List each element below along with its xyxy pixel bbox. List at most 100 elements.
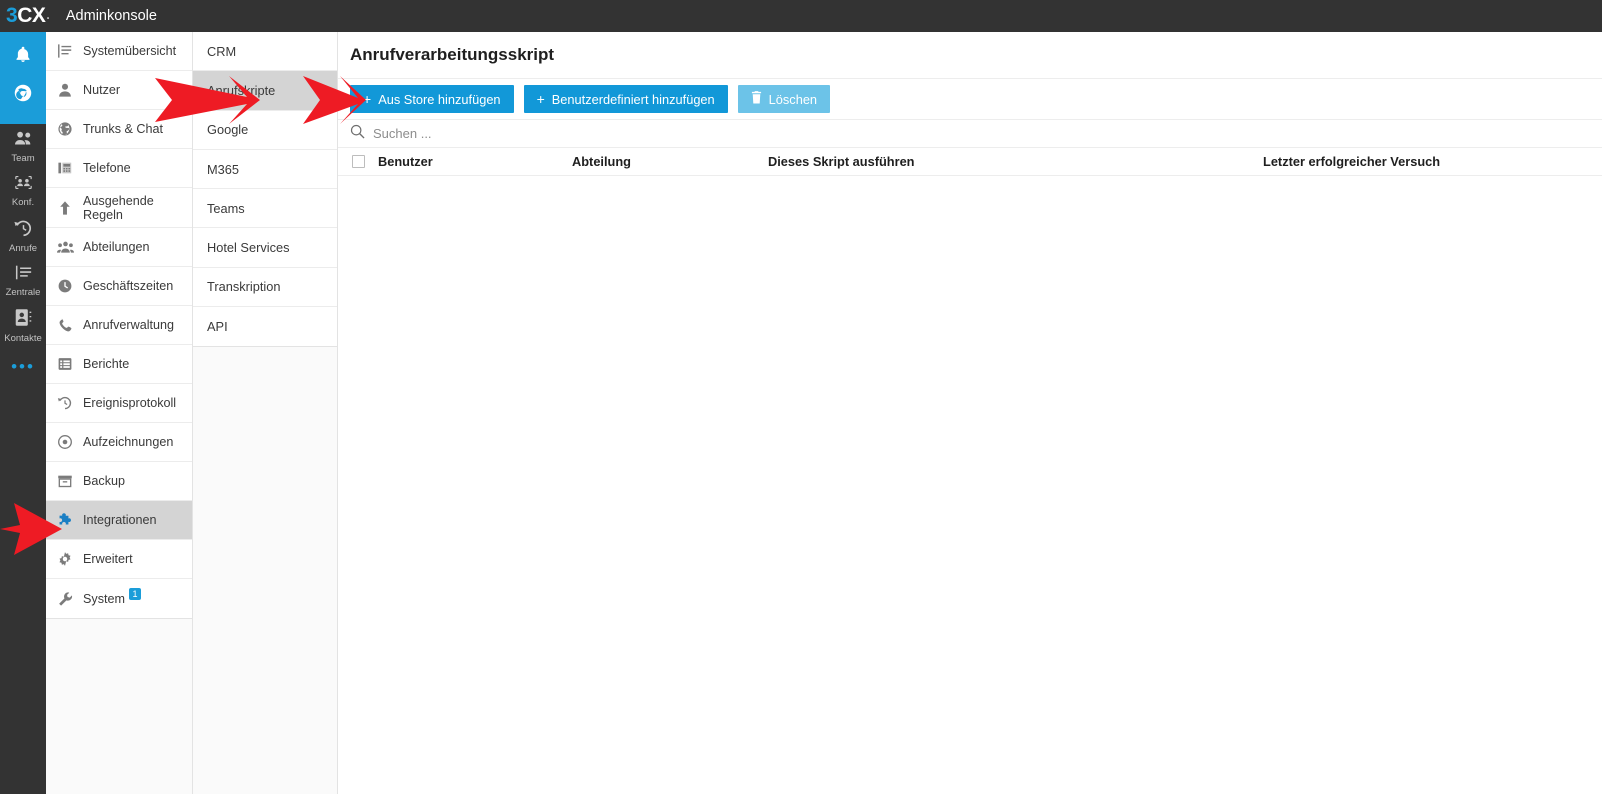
plus-icon: + bbox=[363, 91, 372, 107]
report-icon bbox=[55, 356, 75, 372]
rail-item-conference[interactable]: Konf. bbox=[0, 168, 46, 212]
rail-item-contacts[interactable]: Kontakte bbox=[0, 302, 46, 348]
call-history-icon bbox=[13, 218, 34, 242]
group-icon bbox=[55, 240, 75, 254]
puzzle-icon bbox=[55, 512, 75, 529]
team-icon bbox=[13, 130, 34, 152]
sidebar-item-ausgehende-regeln[interactable]: Ausgehende Regeln bbox=[46, 188, 192, 228]
add-from-store-label: Aus Store hinzufügen bbox=[378, 91, 501, 107]
wrench-icon bbox=[55, 591, 75, 607]
sidebar-label: Systemübersicht bbox=[83, 44, 177, 58]
select-all-cell bbox=[338, 155, 378, 168]
sidebar-label: Integrationen bbox=[83, 513, 157, 527]
sidebar-item-geschaeftszeiten[interactable]: Geschäftszeiten bbox=[46, 267, 192, 306]
3cx-logo[interactable]: 3 CX · bbox=[6, 4, 50, 28]
submenu-item-google[interactable]: Google bbox=[193, 110, 337, 150]
secondary-sidebar-list: CRM Anrufskripte Google M365 Teams Hotel… bbox=[193, 32, 337, 348]
sidebar-label: Geschäftszeiten bbox=[83, 279, 174, 293]
submenu-item-transkription[interactable]: Transkription bbox=[193, 267, 337, 308]
table-body bbox=[338, 176, 1602, 772]
column-header-abteilung[interactable]: Abteilung bbox=[572, 154, 768, 169]
sidebar-item-abteilungen[interactable]: Abteilungen bbox=[46, 228, 192, 267]
plus-icon: + bbox=[536, 91, 545, 107]
sidebar-label: Aufzeichnungen bbox=[83, 435, 174, 449]
content-area: Anrufverarbeitungsskript + Aus Store hin… bbox=[338, 32, 1602, 794]
deskphone-icon bbox=[55, 160, 75, 176]
contacts-icon bbox=[14, 308, 33, 332]
sidebar-item-anrufverwaltung[interactable]: Anrufverwaltung bbox=[46, 306, 192, 345]
add-from-store-button[interactable]: + Aus Store hinzufügen bbox=[350, 85, 514, 113]
rail-active-group bbox=[0, 32, 46, 124]
column-header-dieses-skript-ausfuehren[interactable]: Dieses Skript ausführen bbox=[768, 154, 1263, 169]
sidebar-item-integrationen[interactable]: Integrationen bbox=[46, 501, 192, 540]
sidebar-label: Telefone bbox=[83, 161, 131, 175]
sidebar-item-aufzeichnungen[interactable]: Aufzeichnungen bbox=[46, 423, 192, 462]
submenu-item-crm[interactable]: CRM bbox=[193, 32, 337, 72]
sidebar-item-berichte[interactable]: Berichte bbox=[46, 345, 192, 384]
rail-label-team: Team bbox=[11, 153, 35, 164]
sidebar-item-erweitert[interactable]: Erweitert bbox=[46, 540, 192, 579]
sidebar-item-telefone[interactable]: Telefone bbox=[46, 149, 192, 188]
select-all-checkbox[interactable] bbox=[351, 155, 365, 168]
sidebar-label: Berichte bbox=[83, 357, 130, 371]
add-custom-label: Benutzerdefiniert hinzufügen bbox=[551, 91, 715, 107]
rail-label-conference: Konf. bbox=[11, 197, 35, 208]
rail-item-notifications[interactable] bbox=[0, 38, 46, 76]
history-icon bbox=[55, 395, 75, 411]
web-client-icon bbox=[12, 82, 34, 109]
app-title: Adminkonsole bbox=[65, 8, 157, 24]
sidebar-item-trunks-chat[interactable]: Trunks & Chat bbox=[46, 110, 192, 149]
sidebar-label: Nutzer bbox=[83, 83, 121, 97]
submenu-item-anrufskripte[interactable]: Anrufskripte bbox=[193, 71, 337, 111]
rail-label-contacts: Kontakte bbox=[4, 333, 42, 344]
conference-icon bbox=[13, 174, 34, 196]
table-header-row: Benutzer Abteilung Dieses Skript ausführ… bbox=[338, 148, 1602, 176]
toolbar: + Aus Store hinzufügen + Benutzerdefinie… bbox=[338, 79, 1602, 120]
sidebar-item-ereignisprotokoll[interactable]: Ereignisprotokoll bbox=[46, 384, 192, 423]
primary-sidebar-list: Systemübersicht Nutzer Trunks & Chat Tel… bbox=[46, 32, 192, 619]
primary-sidebar: Systemübersicht Nutzer Trunks & Chat Tel… bbox=[46, 32, 193, 794]
rail-item-switchboard[interactable]: Zentrale bbox=[0, 258, 46, 302]
page-title: Anrufverarbeitungsskript bbox=[338, 32, 1602, 79]
delete-button[interactable]: Löschen bbox=[737, 85, 831, 113]
secondary-sidebar: CRM Anrufskripte Google M365 Teams Hotel… bbox=[193, 32, 338, 794]
submenu-item-hotel-services[interactable]: Hotel Services bbox=[193, 228, 337, 268]
sidebar-label: Ereignisprotokoll bbox=[83, 396, 177, 410]
sidebar-item-nutzer[interactable]: Nutzer bbox=[46, 71, 192, 110]
rail-label-calls: Anrufe bbox=[9, 243, 37, 254]
sidebar-label: Erweitert bbox=[83, 552, 133, 566]
rail-label-switchboard: Zentrale bbox=[5, 287, 41, 298]
delete-label: Löschen bbox=[768, 91, 818, 107]
submenu-item-api[interactable]: API bbox=[193, 307, 337, 347]
bell-icon bbox=[12, 44, 34, 71]
sidebar-label: System bbox=[83, 591, 125, 606]
sidebar-label: Trunks & Chat bbox=[83, 122, 164, 136]
rail-more-button[interactable]: ••• bbox=[0, 348, 46, 375]
switchboard-icon bbox=[13, 264, 34, 286]
clock-icon bbox=[55, 278, 75, 294]
archive-icon bbox=[55, 473, 75, 489]
search-input[interactable] bbox=[373, 126, 673, 141]
column-header-letzter-erfolgreicher-versuch[interactable]: Letzter erfolgreicher Versuch bbox=[1263, 154, 1593, 169]
column-header-benutzer[interactable]: Benutzer bbox=[378, 154, 572, 169]
sidebar-label: Ausgehende Regeln bbox=[83, 193, 154, 222]
rail-item-webclient[interactable] bbox=[0, 76, 46, 114]
submenu-item-m365[interactable]: M365 bbox=[193, 149, 337, 190]
search-icon bbox=[350, 124, 365, 144]
add-custom-button[interactable]: + Benutzerdefiniert hinzufügen bbox=[523, 85, 728, 113]
globe-icon bbox=[55, 121, 75, 137]
submenu-item-teams[interactable]: Teams bbox=[193, 189, 337, 229]
record-icon bbox=[55, 434, 75, 450]
rail-item-team[interactable]: Team bbox=[0, 124, 46, 168]
phone-icon bbox=[55, 317, 75, 333]
sidebar-item-backup[interactable]: Backup bbox=[46, 462, 192, 501]
logo-dot: · bbox=[46, 11, 50, 25]
search-row bbox=[338, 120, 1602, 148]
sidebar-label: Abteilungen bbox=[83, 240, 150, 254]
rail-item-calls[interactable]: Anrufe bbox=[0, 212, 46, 258]
status-badge: 1 bbox=[129, 587, 141, 600]
sidebar-item-systemuebersicht[interactable]: Systemübersicht bbox=[46, 32, 192, 71]
sidebar-item-system[interactable]: System 1 bbox=[46, 579, 192, 618]
sidebar-label: Anrufverwaltung bbox=[83, 318, 175, 332]
gear-icon bbox=[55, 551, 75, 567]
